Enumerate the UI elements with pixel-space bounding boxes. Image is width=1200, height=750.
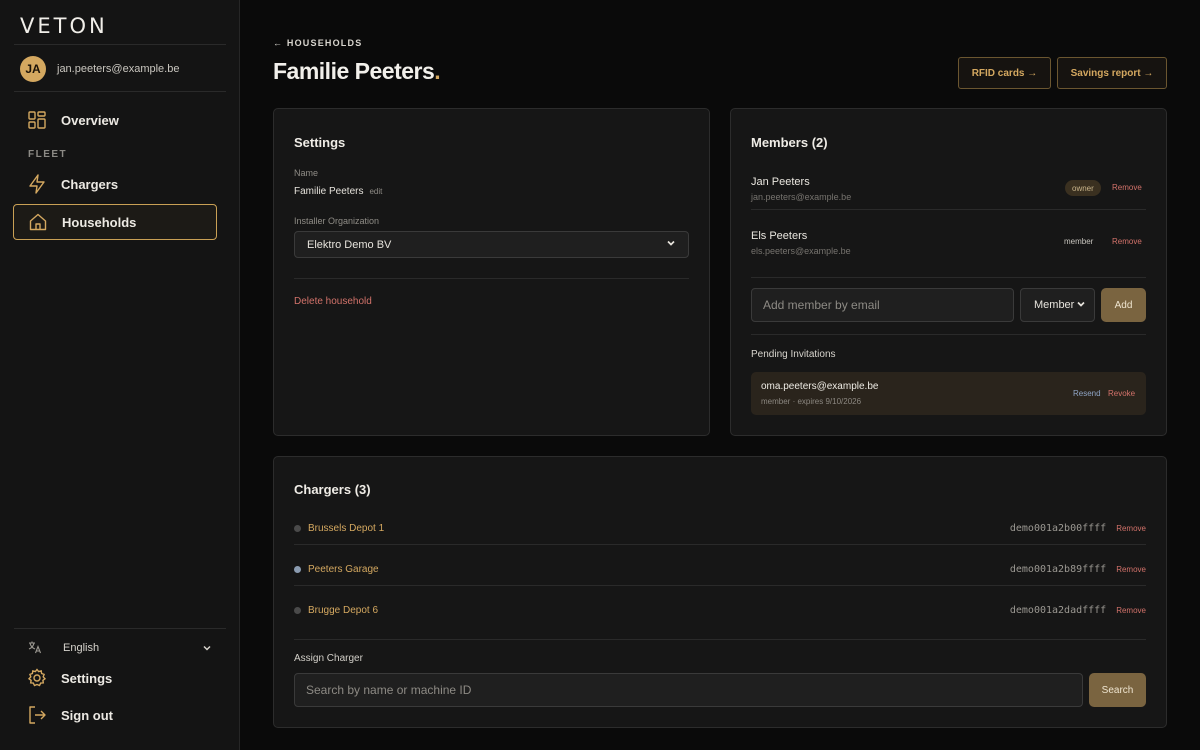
pending-invitations-label: Pending Invitations	[751, 349, 836, 360]
charger-machine-id: demo001a2b00ffff	[1009, 522, 1107, 534]
chargers-card: Chargers (3) Assign Charger Search by na…	[273, 456, 1167, 728]
language-label: English	[63, 642, 100, 654]
sidebar-item-label: Households	[62, 214, 137, 230]
translate-icon	[28, 640, 42, 657]
delete-household-link[interactable]: Delete household	[294, 296, 372, 307]
charger-machine-id: demo001a2dadffff	[1009, 604, 1107, 616]
members-card: Members (2) Jan Peeters jan.peeters@exam…	[730, 108, 1167, 436]
sidebar-item-sign-out[interactable]: Sign out	[13, 697, 217, 733]
member-role-select[interactable]: Member	[1020, 288, 1095, 322]
org-select-value: Elektro Demo BV	[307, 238, 392, 251]
charger-row: Brugge Depot 6 demo001a2dadffff Remove	[294, 600, 1146, 620]
add-member-email-input[interactable]: Add member by email	[751, 288, 1014, 322]
remove-member-link[interactable]: Remove	[1112, 183, 1142, 192]
divider	[751, 277, 1146, 278]
sidebar-item-overview[interactable]: Overview	[13, 102, 217, 138]
add-member-button[interactable]: Add	[1101, 288, 1146, 322]
org-label: Installer Organization	[294, 216, 380, 226]
page-title: Familie Peeters.	[273, 58, 441, 84]
sidebar-item-chargers[interactable]: Chargers	[13, 166, 217, 202]
sidebar-section-label: FLEET	[28, 149, 68, 160]
settings-card: Settings Name Familie Peeters edit Insta…	[273, 108, 710, 436]
assign-charger-label: Assign Charger	[294, 653, 363, 664]
divider	[294, 585, 1146, 586]
resend-invite-link[interactable]: Resend	[1073, 389, 1101, 398]
org-select[interactable]: Elektro Demo BV	[294, 231, 689, 258]
remove-member-link[interactable]: Remove	[1112, 237, 1142, 246]
charger-name-link[interactable]: Brugge Depot 6	[308, 605, 1010, 616]
role-label: member	[1064, 237, 1094, 246]
back-to-households-link[interactable]: ← HOUSEHOLDS	[273, 38, 362, 48]
home-icon	[28, 212, 48, 232]
charger-name-link[interactable]: Brussels Depot 1	[308, 523, 1010, 534]
role-select-value: Member	[1034, 299, 1075, 311]
charger-name-link[interactable]: Peeters Garage	[308, 564, 1010, 575]
revoke-invite-link[interactable]: Revoke	[1108, 389, 1135, 398]
divider	[294, 639, 1146, 640]
user-profile[interactable]: JA jan.peeters@example.be	[20, 56, 179, 82]
sidebar-item-households[interactable]: Households	[13, 204, 217, 240]
household-name-value: Familie Peeters	[294, 186, 364, 197]
avatar: JA	[20, 56, 46, 82]
member-name: Els Peeters	[751, 230, 808, 242]
charger-search-button[interactable]: Search	[1089, 673, 1146, 707]
invite-meta: member · expires 9/10/2026	[761, 397, 862, 406]
chevron-down-icon	[1076, 299, 1086, 312]
chargers-card-title: Chargers (3)	[294, 482, 371, 497]
member-email: jan.peeters@example.be	[751, 192, 852, 202]
sidebar-item-label: Chargers	[61, 176, 119, 192]
name-field: Familie Peeters edit	[294, 186, 382, 197]
divider	[294, 278, 689, 279]
charger-search-input[interactable]: Search by name or machine ID	[294, 673, 1083, 707]
invite-email: oma.peeters@example.be	[761, 381, 879, 392]
sidebar-item-settings[interactable]: Settings	[13, 660, 217, 696]
sign-out-icon	[27, 705, 47, 725]
status-dot	[294, 524, 301, 532]
sidebar-item-label: Sign out	[61, 707, 113, 723]
language-select[interactable]: English	[28, 638, 212, 658]
member-email: els.peeters@example.be	[751, 246, 851, 256]
logo[interactable]: VETON	[20, 14, 108, 38]
divider	[294, 544, 1146, 545]
edit-name-link[interactable]: edit	[369, 187, 382, 196]
status-dot	[294, 606, 301, 614]
member-name: Jan Peeters	[751, 176, 810, 188]
role-badge: owner	[1065, 180, 1101, 196]
remove-charger-link[interactable]: Remove	[1116, 524, 1146, 533]
user-email: jan.peeters@example.be	[57, 63, 180, 75]
divider	[751, 334, 1146, 335]
pending-invite-item: oma.peeters@example.be member · expires …	[751, 372, 1146, 415]
sidebar-divider	[14, 628, 226, 629]
members-card-title: Members (2)	[751, 135, 828, 150]
sidebar-item-label: Overview	[61, 112, 119, 128]
remove-charger-link[interactable]: Remove	[1116, 565, 1146, 574]
settings-card-title: Settings	[294, 135, 346, 150]
chevron-down-icon	[202, 641, 212, 656]
sidebar-divider	[14, 44, 226, 45]
name-label: Name	[294, 168, 319, 178]
sidebar-item-label: Settings	[61, 670, 113, 686]
rfid-cards-button[interactable]: RFID cards →	[958, 57, 1051, 89]
gear-icon	[27, 668, 47, 688]
lightning-icon	[27, 174, 47, 194]
status-dot	[294, 565, 301, 573]
charger-row: Brussels Depot 1 demo001a2b00ffff Remove	[294, 518, 1146, 538]
charger-machine-id: demo001a2b89ffff	[1009, 563, 1107, 575]
divider	[751, 209, 1146, 210]
remove-charger-link[interactable]: Remove	[1116, 606, 1146, 615]
sidebar: VETON JA jan.peeters@example.be Overview…	[0, 0, 240, 750]
charger-row: Peeters Garage demo001a2b89ffff Remove	[294, 559, 1146, 579]
grid-icon	[27, 110, 47, 130]
savings-report-button[interactable]: Savings report →	[1057, 57, 1167, 89]
sidebar-divider	[14, 91, 226, 92]
chevron-down-icon	[666, 238, 676, 251]
title-dot: .	[434, 58, 441, 84]
